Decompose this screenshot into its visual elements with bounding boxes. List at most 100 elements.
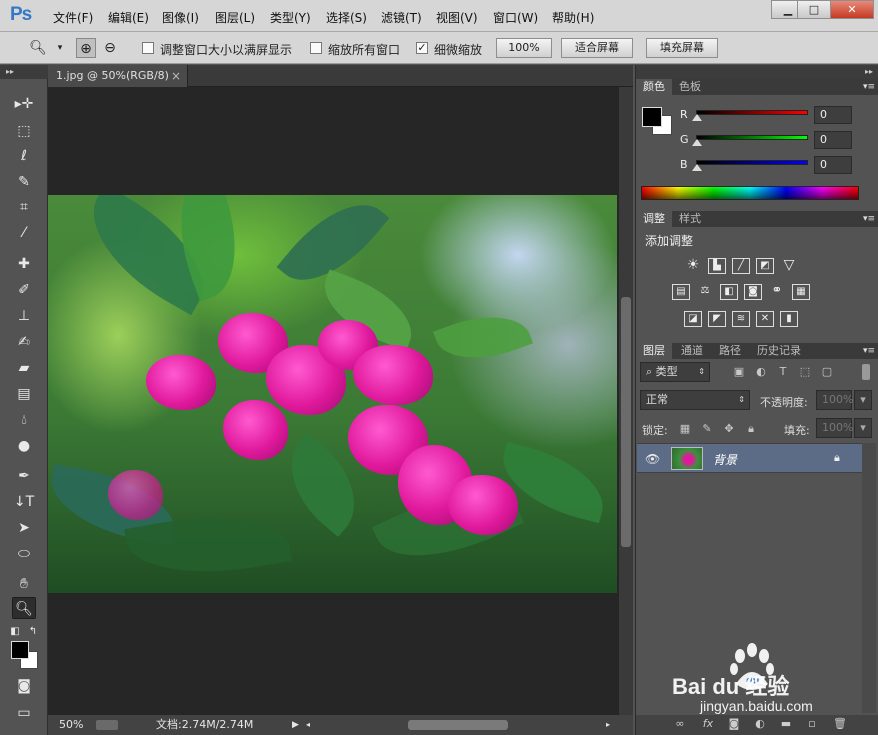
menu-layer[interactable]: 图层(L) xyxy=(215,9,255,26)
g-slider-knob[interactable] xyxy=(692,139,702,146)
new-layer-icon[interactable]: ▫ xyxy=(804,717,820,730)
quick-mask-icon[interactable]: ◙ xyxy=(12,675,36,697)
opacity-field[interactable]: 100% xyxy=(816,390,853,410)
lasso-tool-icon[interactable]: ℓ xyxy=(12,145,36,167)
layer-name[interactable]: 背景 xyxy=(713,451,737,468)
posterize-icon[interactable]: ◤ xyxy=(708,311,726,327)
toolbar-collapse-icon[interactable]: ▸▸ xyxy=(0,65,48,79)
fill-screen-button[interactable]: 填充屏幕 xyxy=(646,38,718,58)
visibility-eye-icon[interactable]: 👁︎ xyxy=(645,452,660,466)
panels-collapse-icon[interactable]: ▸▸ xyxy=(636,65,878,79)
menu-edit[interactable]: 编辑(E) xyxy=(108,9,149,26)
color-fg-swatch[interactable] xyxy=(642,107,662,127)
vertical-scroll-thumb[interactable] xyxy=(621,297,631,547)
foreground-color-swatch[interactable] xyxy=(11,641,29,659)
type-tool-icon[interactable]: ↓T xyxy=(12,491,36,513)
layers-scrollbar[interactable] xyxy=(862,443,876,713)
close-button[interactable]: ✕ xyxy=(830,0,874,19)
eraser-tool-icon[interactable]: ▰ xyxy=(12,357,36,379)
move-tool-icon[interactable]: ▸✛ xyxy=(12,93,36,115)
path-selection-tool-icon[interactable]: ➤ xyxy=(12,517,36,539)
color-spectrum-bar[interactable] xyxy=(641,186,859,200)
lock-all-icon[interactable]: 🔒︎ xyxy=(744,422,758,436)
hand-tool-icon[interactable]: ✋︎ xyxy=(12,573,36,595)
clone-stamp-tool-icon[interactable]: ⊥ xyxy=(12,305,36,327)
lock-image-icon[interactable]: ✎ xyxy=(700,422,714,435)
actual-pixels-button[interactable]: 100% xyxy=(496,38,552,58)
quick-select-tool-icon[interactable]: ✎ xyxy=(12,171,36,193)
image-canvas[interactable] xyxy=(48,195,617,593)
menu-filter[interactable]: 滤镜(T) xyxy=(381,9,422,26)
fill-dropdown-icon[interactable]: ▾ xyxy=(854,418,872,438)
pixel-filter-icon[interactable]: ▣ xyxy=(732,365,746,378)
delete-layer-icon[interactable]: 🗑︎ xyxy=(832,717,848,730)
gradient-tool-icon[interactable]: ▤ xyxy=(12,383,36,405)
brightness-contrast-icon[interactable]: ☀ xyxy=(684,258,702,274)
scroll-right-icon[interactable]: ▸ xyxy=(606,715,610,735)
document-tab[interactable]: 1.jpg @ 50%(RGB/8) × xyxy=(48,65,188,87)
threshold-icon[interactable]: ≋ xyxy=(732,311,750,327)
tab-channels[interactable]: 通道 xyxy=(674,343,710,359)
black-white-icon[interactable]: ◧ xyxy=(720,284,738,300)
filter-toggle[interactable] xyxy=(862,364,870,380)
menu-view[interactable]: 视图(V) xyxy=(436,9,478,26)
tab-history[interactable]: 历史记录 xyxy=(750,343,808,359)
g-value-field[interactable]: 0 xyxy=(814,131,852,149)
new-adjustment-icon[interactable]: ◐ xyxy=(752,717,768,730)
tab-layers[interactable]: 图层 xyxy=(636,343,672,359)
status-menu-arrow-icon[interactable]: ▶ xyxy=(292,715,299,735)
screen-mode-icon[interactable]: ▭ xyxy=(12,702,36,724)
smart-object-filter-icon[interactable]: ▢ xyxy=(820,365,834,378)
vibrance-icon[interactable]: ▽ xyxy=(780,258,798,274)
zoom-all-checkbox[interactable] xyxy=(310,42,322,54)
pen-tool-icon[interactable]: ✒ xyxy=(12,465,36,487)
panel-menu-icon[interactable]: ▾≡ xyxy=(863,343,875,359)
r-value-field[interactable]: 0 xyxy=(814,106,852,124)
g-slider[interactable] xyxy=(696,135,808,140)
healing-brush-tool-icon[interactable]: ✚ xyxy=(12,253,36,275)
add-mask-icon[interactable]: ◙ xyxy=(726,717,742,730)
zoom-tool-preset-icon[interactable]: 🔍︎ xyxy=(28,38,48,58)
new-group-icon[interactable]: ▬ xyxy=(778,717,794,730)
selective-color-icon[interactable]: ✕ xyxy=(756,311,774,327)
zoom-tool-icon[interactable]: 🔍︎ xyxy=(12,597,36,619)
menu-help[interactable]: 帮助(H) xyxy=(552,9,594,26)
gradient-map-icon[interactable]: ▮ xyxy=(780,311,798,327)
close-tab-icon[interactable]: × xyxy=(171,65,181,87)
layer-filter-select[interactable]: ⌕ 类型 ⇕ xyxy=(640,362,710,382)
b-value-field[interactable]: 0 xyxy=(814,156,852,174)
layer-row[interactable]: 👁︎ 背景 🔒︎ xyxy=(637,443,862,473)
fx-icon[interactable]: fx xyxy=(700,717,716,730)
link-layers-icon[interactable]: ∞ xyxy=(672,717,688,730)
r-slider[interactable] xyxy=(696,110,808,115)
opacity-dropdown-icon[interactable]: ▾ xyxy=(854,390,872,410)
zoom-in-icon[interactable]: ⊕ xyxy=(76,38,96,58)
panel-menu-icon[interactable]: ▾≡ xyxy=(863,211,875,227)
curves-icon[interactable]: ╱ xyxy=(732,258,750,274)
tab-styles[interactable]: 样式 xyxy=(672,211,708,227)
tab-paths[interactable]: 路径 xyxy=(712,343,748,359)
menu-select[interactable]: 选择(S) xyxy=(326,9,367,26)
maximize-button[interactable]: □ xyxy=(797,0,831,19)
exposure-icon[interactable]: ◩ xyxy=(756,258,774,274)
scroll-left-icon[interactable]: ◂ xyxy=(306,715,310,735)
menu-window[interactable]: 窗口(W) xyxy=(493,9,538,26)
shape-filter-icon[interactable]: ⬚ xyxy=(798,365,812,378)
brush-tool-icon[interactable]: ✐ xyxy=(12,279,36,301)
invert-icon[interactable]: ◪ xyxy=(684,311,702,327)
history-brush-tool-icon[interactable]: ✍ xyxy=(12,331,36,353)
dodge-tool-icon[interactable]: ● xyxy=(12,435,36,457)
levels-icon[interactable]: ▙ xyxy=(708,258,726,274)
scrubby-zoom-checkbox[interactable]: ✓ xyxy=(416,42,428,54)
menu-image[interactable]: 图像(I) xyxy=(162,9,199,26)
horizontal-scroll-thumb[interactable] xyxy=(408,720,508,730)
crop-tool-icon[interactable]: ⌗ xyxy=(12,196,36,218)
vertical-scrollbar[interactable] xyxy=(619,87,633,715)
blur-tool-icon[interactable]: 💧︎ xyxy=(12,409,36,431)
swap-colors-icon[interactable]: ↰ xyxy=(26,621,40,643)
resize-windows-checkbox[interactable] xyxy=(142,42,154,54)
fit-screen-button[interactable]: 适合屏幕 xyxy=(561,38,633,58)
blend-mode-select[interactable]: 正常 ⇕ xyxy=(640,390,750,410)
zoom-out-icon[interactable]: ⊖ xyxy=(100,38,120,58)
b-slider[interactable] xyxy=(696,160,808,165)
